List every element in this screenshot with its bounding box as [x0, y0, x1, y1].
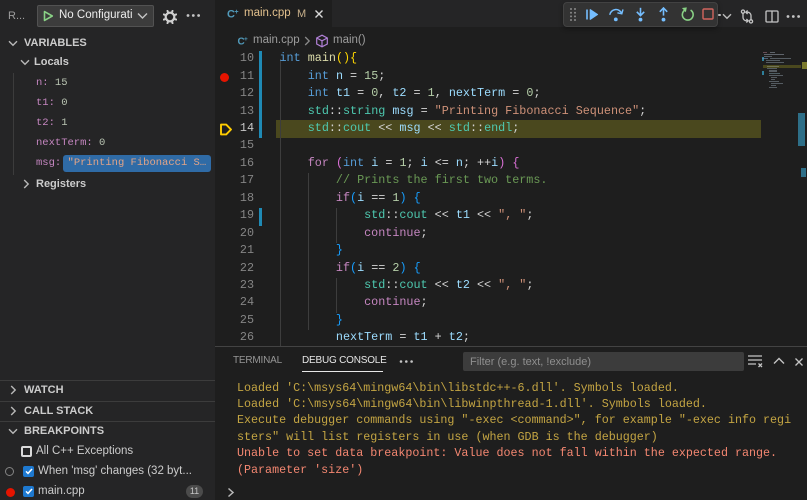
svg-text:+: + — [235, 9, 239, 16]
svg-text:+: + — [244, 36, 248, 43]
